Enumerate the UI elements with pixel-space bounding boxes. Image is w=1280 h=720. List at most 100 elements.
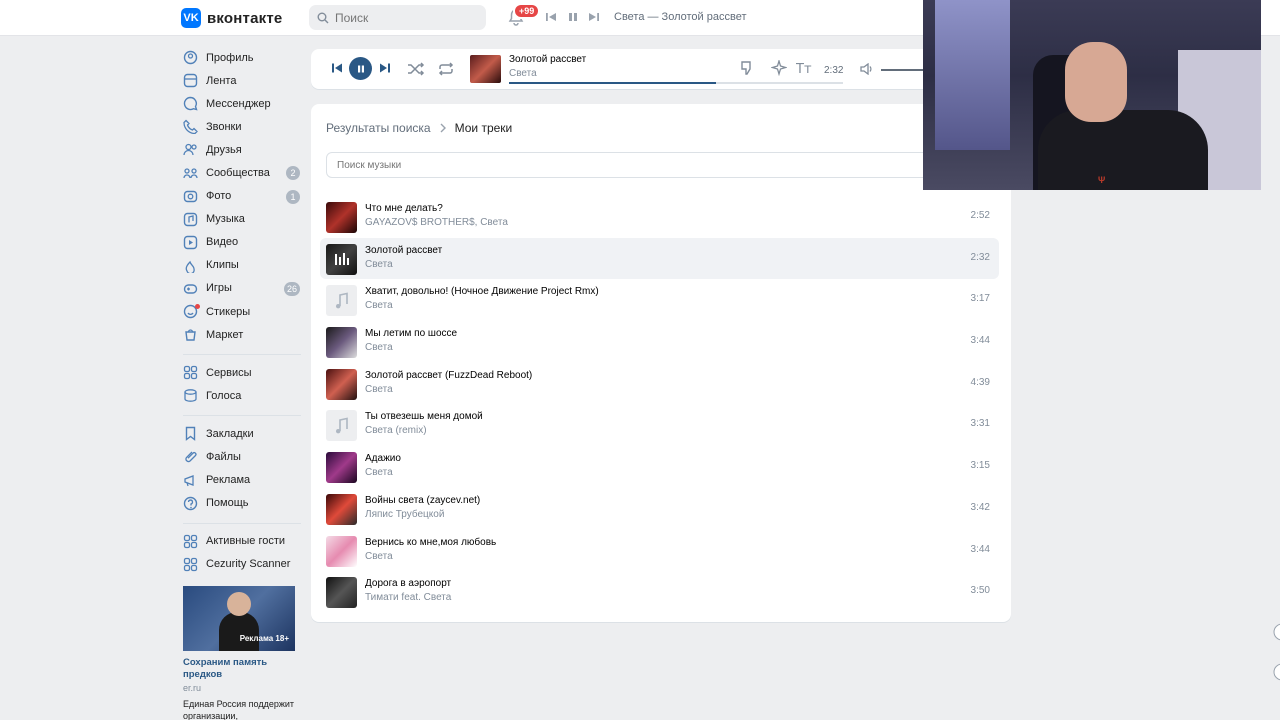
track-row[interactable]: Золотой рассвет Света 2:32 [320,237,999,280]
track-row[interactable]: Дорога в аэропорт Тимати feat. Света 3:50 [320,571,999,613]
repeat-icon[interactable] [437,61,455,77]
track-cover[interactable] [326,202,357,233]
track-cover[interactable] [326,243,357,275]
music-note-icon [335,417,348,434]
player-pause-button[interactable] [349,57,372,80]
sidebar-item[interactable]: Фото 1 [183,185,303,208]
track-cover[interactable] [326,577,357,609]
sidebar-item[interactable]: Друзья [183,138,303,161]
track-title[interactable]: Хватит, довольно! (Ночное Движение Proje… [365,286,599,297]
music-search-input[interactable] [337,159,937,171]
track-duration: 3:44 [970,335,990,347]
track-row[interactable]: Мы летим по шоссе Света 3:44 [320,321,999,363]
player-cover-art[interactable] [470,55,501,83]
sidebar-item[interactable]: Сервисы [183,361,303,384]
sidebar-item[interactable]: Музыка [183,208,303,231]
dislike-icon[interactable] [739,60,755,76]
track-artist[interactable]: Света [365,259,393,270]
vk-logo[interactable]: VK вконтакте [181,8,282,28]
track-cover-placeholder[interactable] [326,410,357,442]
search-input[interactable] [335,10,475,25]
sidebar-item[interactable]: Звонки [183,115,303,138]
player-progress-bar[interactable] [509,82,843,84]
sidebar-item[interactable]: Профиль [183,46,303,69]
track-cover[interactable] [326,327,357,359]
sidebar-item[interactable]: Лента [183,69,303,92]
track-cover[interactable] [326,368,357,400]
sidebar-item[interactable]: Активные гости [183,530,303,553]
track-artist[interactable]: GAYAZOV$ BROTHER$, Света [365,217,508,228]
player-track-title[interactable]: Золотой рассвет [509,54,586,65]
next-track-icon[interactable] [588,11,600,23]
track-artist[interactable]: Света [365,551,393,562]
webcam-overlay: Ψ [923,0,1261,190]
sidebar-item[interactable]: Клипы [183,254,303,277]
global-search[interactable] [309,5,486,30]
sidebar-item-label: Клипы [206,259,239,272]
cam-person-body [1038,110,1208,190]
track-title[interactable]: Войны света (zaycev.net) [365,495,480,506]
sidebar-item[interactable]: Маркет [183,323,303,346]
breadcrumb-search-results[interactable]: Результаты поиска [326,121,431,135]
player-time: 2:32 [824,65,844,76]
ad-image[interactable]: Реклама 18+ [183,586,295,651]
sidebar-item[interactable]: Видео [183,231,303,254]
track-artist[interactable]: Тимати feat. Света [365,592,451,603]
track-title[interactable]: Золотой рассвет (FuzzDead Reboot) [365,370,532,381]
track-cover[interactable] [326,493,357,525]
track-title[interactable]: Мы летим по шоссе [365,328,457,339]
track-artist[interactable]: Света [365,300,393,311]
track-artist[interactable]: Света [365,384,393,395]
pause-icon[interactable] [567,11,579,23]
sparkle-icon[interactable] [771,60,787,76]
track-row[interactable]: Вернись ко мне,моя любовь Света 3:44 [320,530,999,572]
track-row[interactable]: Ты отвезешь меня домой Света (remix) 3:31 [320,404,999,446]
track-title[interactable]: Что мне делать? [365,203,443,214]
sidebar-item[interactable]: Сообщества 2 [183,161,303,184]
player-progress-fill [509,82,717,84]
track-artist[interactable]: Ляпис Трубецкой [365,509,444,520]
track-cover[interactable] [326,535,357,567]
sidebar-item[interactable]: Мессенджер [183,92,303,115]
sidebar-item[interactable]: Cezurity Scanner [183,553,303,576]
track-list: Что мне делать? GAYAZOV$ BROTHER$, Света 2… [320,196,999,613]
track-title[interactable]: Вернись ко мне,моя любовь [365,537,496,548]
track-cover[interactable] [326,452,357,484]
ad-title[interactable]: Сохраним память предков [183,657,295,681]
track-artist[interactable]: Света [365,342,393,353]
prev-track-icon[interactable] [545,11,557,23]
volume-icon[interactable] [860,63,874,75]
track-title[interactable]: Ты отвезешь меня домой [365,411,483,422]
track-row[interactable]: Что мне делать? GAYAZOV$ BROTHER$, Света 2… [320,196,999,238]
track-title[interactable]: Дорога в аэропорт [365,578,451,589]
sidebar-item[interactable]: Игры 26 [183,277,303,300]
music-search[interactable] [326,152,996,178]
sidebar-divider [183,415,301,417]
track-cover-placeholder[interactable] [326,285,357,317]
sidebar-item[interactable]: Помощь [183,492,303,515]
cam-shirt-print: Ψ [1098,175,1106,185]
track-row[interactable]: Войны света (zaycev.net) Ляпис Трубецкой 3… [320,488,999,530]
track-row[interactable]: Адажио Света 3:15 [320,446,999,488]
games-icon [183,281,198,296]
sidebar-item[interactable]: Стикеры [183,300,303,323]
track-title[interactable]: Адажио [365,453,401,464]
player-track-artist[interactable]: Света [509,68,537,79]
shuffle-icon[interactable] [407,61,425,77]
track-row[interactable]: Золотой рассвет (FuzzDead Reboot) Света 4:… [320,363,999,405]
lyrics-icon[interactable]: Tт [796,60,812,76]
track-artist[interactable]: Света [365,467,393,478]
track-row[interactable]: Хватит, довольно! (Ночное Движение Proje… [320,279,999,321]
sidebar-item[interactable]: Закладки [183,422,303,445]
sidebar-item[interactable]: Голоса [183,384,303,407]
ad-person-head [227,592,251,616]
player-next-icon[interactable] [379,62,391,74]
ad-block[interactable]: Реклама 18+ Сохраним память предков er.r… [183,586,295,720]
track-artist[interactable]: Света (remix) [365,425,427,436]
player-prev-icon[interactable] [331,62,343,74]
track-title[interactable]: Золотой рассвет [365,245,442,256]
sidebar-item[interactable]: Реклама [183,469,303,492]
sidebar-item[interactable]: Файлы [183,446,303,469]
header-now-playing[interactable]: Света — Золотой рассвет [614,11,746,23]
sidebar-item-label: Реклама [206,474,251,487]
